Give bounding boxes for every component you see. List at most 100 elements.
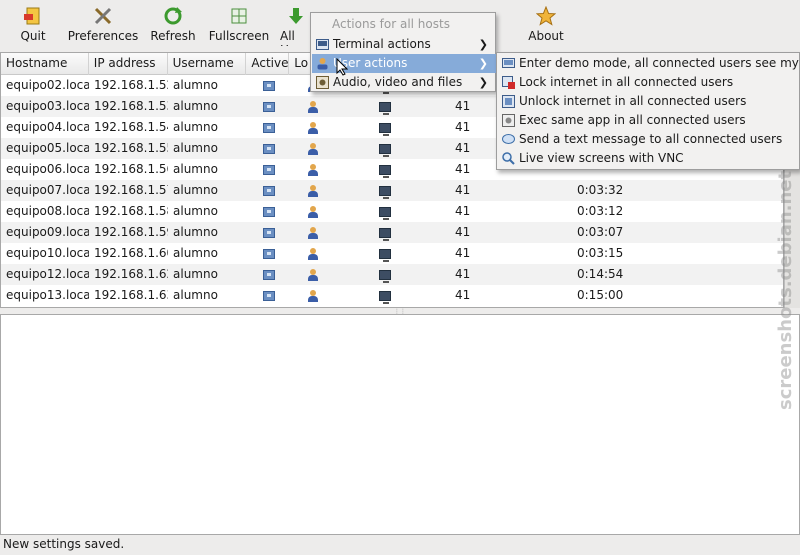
time-cell: 0:14:54 <box>577 267 624 281</box>
users-icon <box>316 57 329 70</box>
fullscreen-label: Fullscreen <box>208 29 270 43</box>
menu-item-label: Terminal actions <box>333 37 431 51</box>
number-cell: 41 <box>455 267 471 281</box>
table-row[interactable]: equipo10.local 192.168.1.60 alumno 41 0:03:1… <box>1 243 783 264</box>
active-screen-icon <box>262 122 275 133</box>
menu-item-unlock-internet[interactable]: Unlock internet in all connected users <box>498 92 800 111</box>
logged-user-icon <box>307 247 319 260</box>
active-screen-icon <box>262 248 275 259</box>
media-icon <box>316 76 329 89</box>
active-screen-icon <box>262 164 275 175</box>
table-row[interactable]: equipo13.local 192.168.1.63 alumno 41 0:15:0… <box>1 285 783 306</box>
username-cell: alumno <box>173 246 218 260</box>
column-username[interactable]: Username <box>168 53 247 75</box>
active-screen-icon <box>262 269 275 280</box>
logged-user-cell <box>290 264 335 285</box>
hostname-cell: equipo02.local <box>6 78 89 92</box>
menu-item-terminal-actions[interactable]: Terminal actions ❯ <box>312 35 496 54</box>
username-cell: alumno <box>173 204 218 218</box>
menu-item-label: Exec same app in all connected users <box>519 113 746 127</box>
logged-user-icon <box>307 184 319 197</box>
logged-user-cell <box>290 285 335 306</box>
logged-user-icon <box>307 121 319 134</box>
column-active[interactable]: Active <box>246 53 290 75</box>
active-screen-icon <box>262 143 275 154</box>
hostname-cell: equipo06.local <box>6 162 89 176</box>
about-label: About <box>528 29 564 43</box>
menu-item-vnc[interactable]: Live view screens with VNC <box>498 149 800 168</box>
menu-item-demo-mode[interactable]: Enter demo mode, all connected users see… <box>498 54 800 73</box>
monitor-icon <box>379 143 391 157</box>
all-hosts-menu: Actions for all hosts Terminal actions ❯… <box>310 12 496 92</box>
about-button[interactable]: About <box>528 2 564 46</box>
active-screen-icon <box>262 290 275 301</box>
monitor-icon <box>379 122 391 136</box>
quit-icon <box>23 6 43 26</box>
logged-user-icon <box>307 289 319 302</box>
monitor-icon <box>379 206 391 220</box>
active-screen-icon <box>262 227 275 238</box>
logged-user-icon <box>307 100 319 113</box>
ip-cell: 192.168.1.52 <box>94 78 168 92</box>
submenu-arrow-icon: ❯ <box>478 38 488 51</box>
logged-user-cell <box>290 201 335 222</box>
username-cell: alumno <box>173 78 218 92</box>
menu-item-label: Enter demo mode, all connected users see… <box>519 56 800 70</box>
column-hostname[interactable]: Hostname <box>1 53 89 75</box>
preferences-button[interactable]: Preferences <box>68 2 138 46</box>
table-row[interactable]: equipo08.local 192.168.1.58 alumno 41 0:03:1… <box>1 201 783 222</box>
menu-item-send-message[interactable]: Send a text message to all connected use… <box>498 130 800 149</box>
monitor-cell <box>335 201 435 222</box>
exec-app-icon <box>502 114 515 127</box>
logged-user-cell <box>290 243 335 264</box>
quit-button[interactable]: Quit <box>18 2 48 46</box>
monitor-icon <box>379 269 391 283</box>
hostname-cell: equipo05.local <box>6 141 89 155</box>
fullscreen-button[interactable]: Fullscreen <box>208 2 270 46</box>
logged-user-cell <box>290 138 335 159</box>
table-row[interactable]: equipo09.local 192.168.1.59 alumno 41 0:03:0… <box>1 222 783 243</box>
menu-item-label: Lock internet in all connected users <box>519 75 734 89</box>
user-actions-submenu: Enter demo mode, all connected users see… <box>496 52 800 170</box>
username-cell: alumno <box>173 99 218 113</box>
active-screen-cell <box>247 285 290 306</box>
number-cell: 41 <box>455 204 471 218</box>
logged-user-cell <box>290 222 335 243</box>
monitor-cell <box>335 285 435 306</box>
watermark: screenshots.debian.net <box>775 170 796 410</box>
ip-cell: 192.168.1.53 <box>94 99 168 113</box>
menu-item-lock-internet[interactable]: Lock internet in all connected users <box>498 73 800 92</box>
all-hosts-button[interactable]: All Ho <box>280 2 312 46</box>
number-cell: 41 <box>455 183 471 197</box>
logged-user-cell <box>290 117 335 138</box>
active-screen-cell <box>247 75 290 96</box>
monitor-icon <box>379 248 391 262</box>
column-ip[interactable]: IP address <box>89 53 168 75</box>
menu-item-exec-app[interactable]: Exec same app in all connected users <box>498 111 800 130</box>
username-cell: alumno <box>173 225 218 239</box>
ip-cell: 192.168.1.59 <box>94 225 168 239</box>
mouse-pointer-icon <box>336 57 349 76</box>
logged-user-icon <box>307 142 319 155</box>
username-cell: alumno <box>173 162 218 176</box>
active-screen-cell <box>247 117 290 138</box>
monitor-icon <box>379 164 391 178</box>
unlock-internet-icon <box>502 95 515 108</box>
menu-item-label: Live view screens with VNC <box>519 151 684 165</box>
status-bar: New settings saved. <box>3 537 125 551</box>
menu-item-label: Send a text message to all connected use… <box>519 132 783 146</box>
table-row[interactable]: equipo12.local 192.168.1.62 alumno 41 0:14:5… <box>1 264 783 285</box>
active-screen-cell <box>247 96 290 117</box>
monitor-cell <box>335 159 435 180</box>
ip-cell: 192.168.1.55 <box>94 141 168 155</box>
refresh-label: Refresh <box>150 29 196 43</box>
fullscreen-icon <box>229 6 249 26</box>
monitor-icon <box>379 185 391 199</box>
table-row[interactable]: equipo07.local 192.168.1.57 alumno 41 0:03:3… <box>1 180 783 201</box>
active-screen-icon <box>262 185 275 196</box>
number-cell: 41 <box>455 120 471 134</box>
refresh-button[interactable]: Refresh <box>150 2 196 46</box>
username-cell: alumno <box>173 183 218 197</box>
preferences-icon <box>93 6 113 26</box>
terminal-icon <box>316 38 329 51</box>
